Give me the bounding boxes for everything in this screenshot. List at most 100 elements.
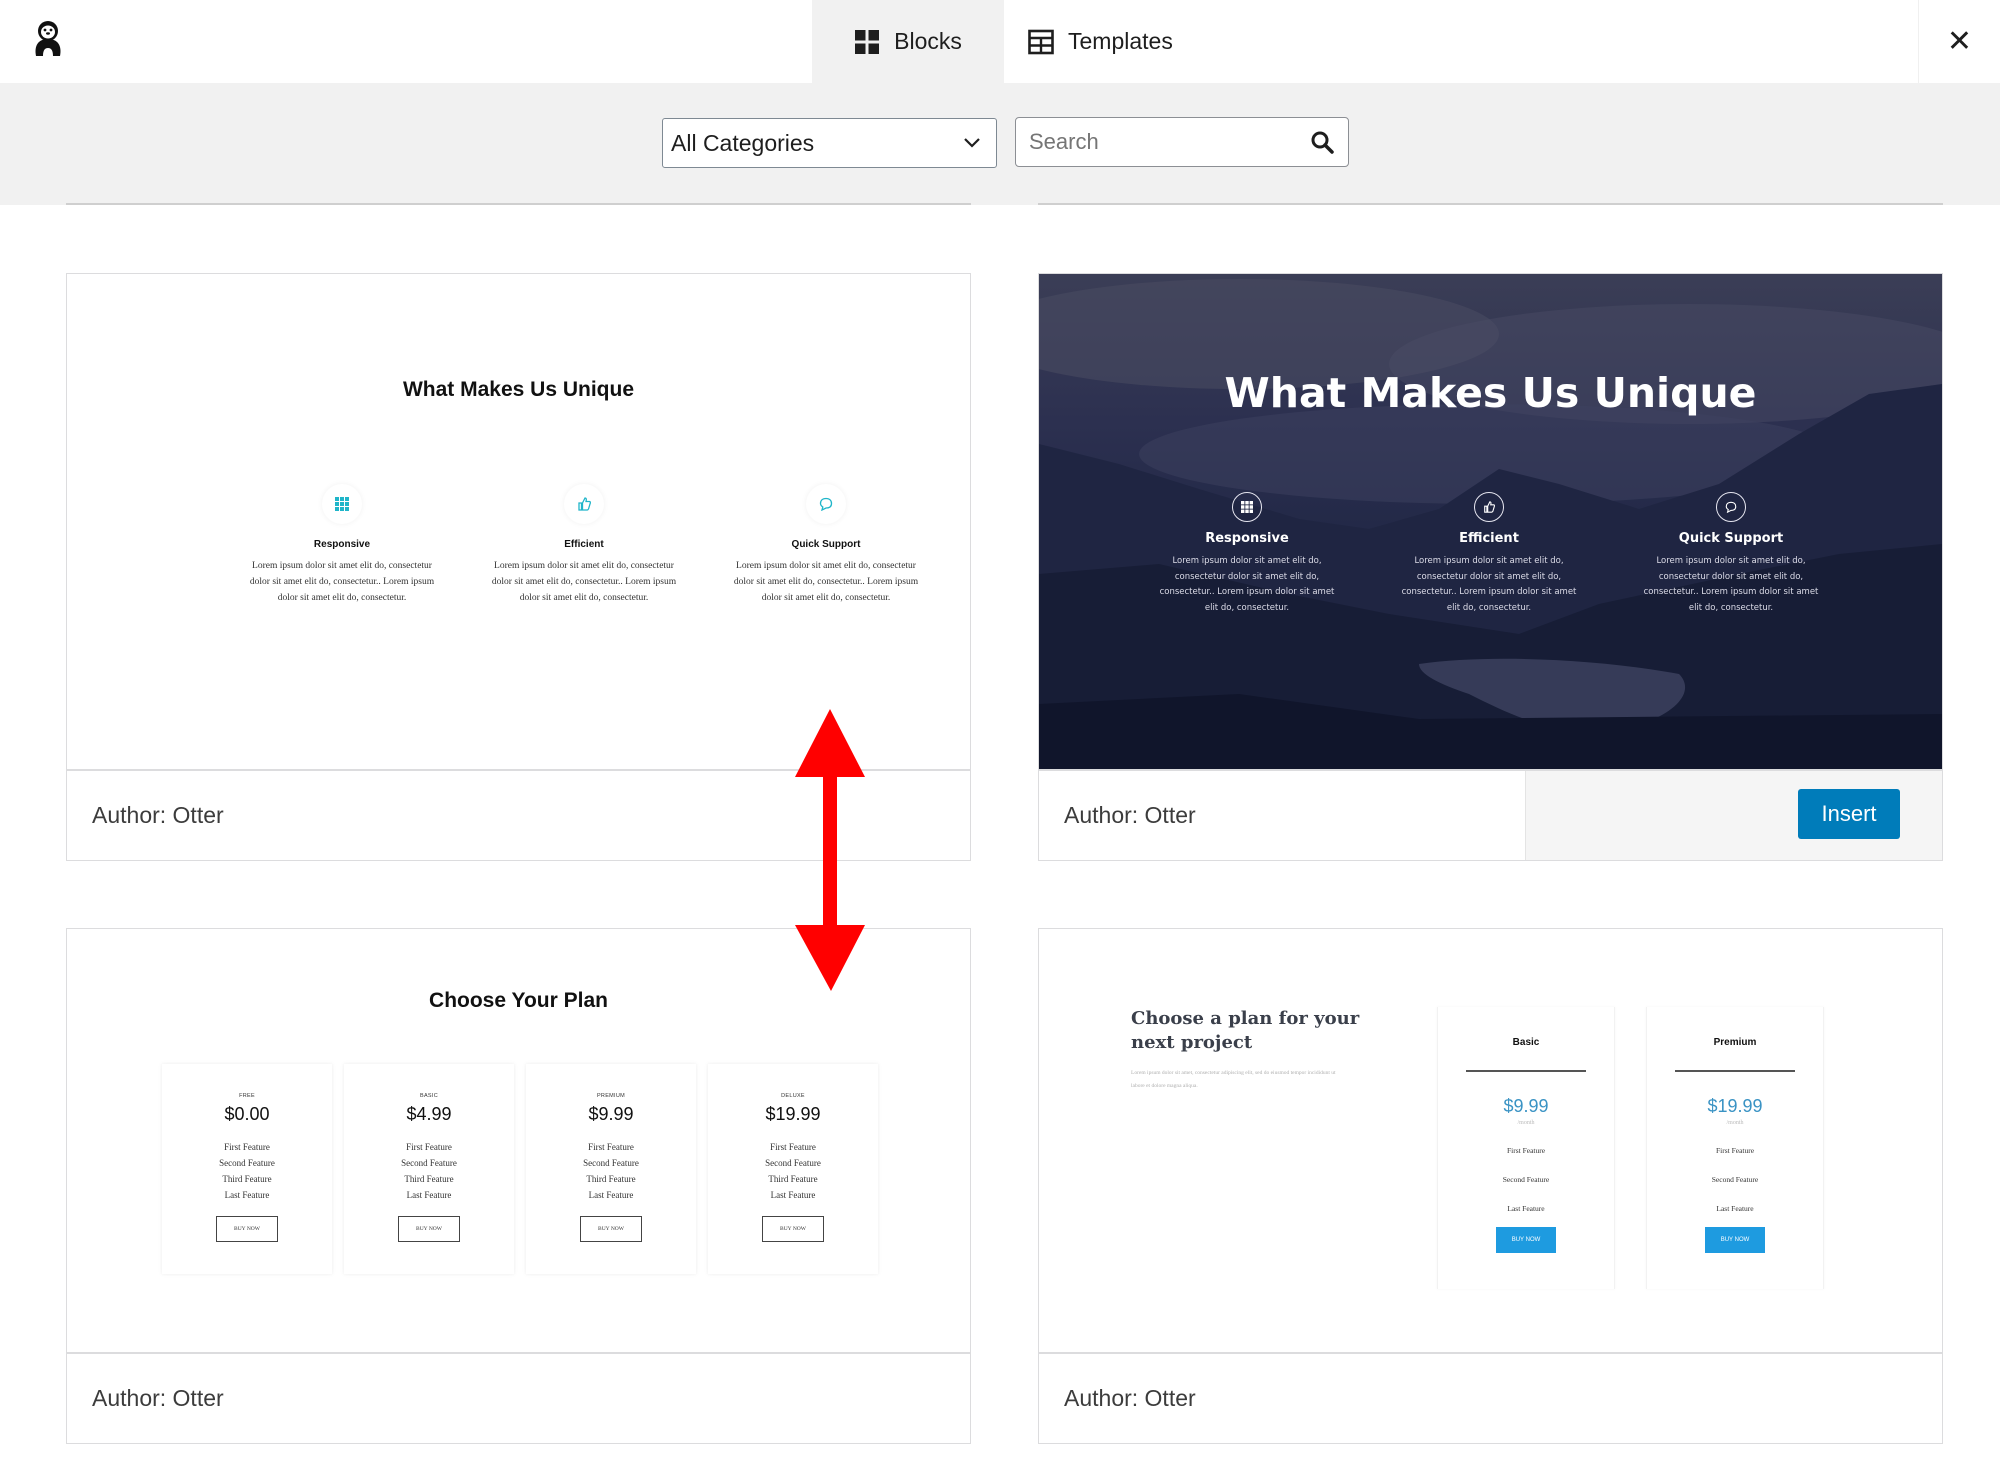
plan-feature: Last Feature	[1507, 1204, 1545, 1213]
blocks-grid-icon	[855, 29, 880, 54]
block-preview[interactable]: What Makes Us Unique Responsive Lorem ip…	[1039, 274, 1942, 769]
author-label: Author: Otter	[1064, 1385, 1196, 1411]
plan-feature: Second Feature	[1711, 1175, 1759, 1184]
modal-header: Blocks Templates ✕	[0, 0, 2000, 83]
plan-feature: Third Feature	[222, 1174, 272, 1184]
chevron-down-icon	[964, 138, 980, 148]
author-label: Author: Otter	[92, 802, 224, 828]
preview-heading: Choose a plan for your next project	[1131, 1008, 1360, 1053]
plan-feature: First Feature	[1715, 1146, 1755, 1155]
category-select-value: All Categories	[671, 129, 815, 156]
plan-name: Basic	[1512, 1037, 1540, 1048]
pricing-plan: PREMIUM $9.99 First Feature Second Featu…	[526, 1064, 696, 1274]
plan-period: /month	[1517, 1120, 1535, 1126]
plan-tier: BASIC	[419, 1093, 438, 1099]
otter-logo-icon	[35, 21, 61, 56]
feature-desc: Lorem ipsum dolor sit amet elit do, cons…	[1643, 556, 1819, 613]
feature-desc: Lorem ipsum dolor sit amet elit do, cons…	[733, 561, 919, 603]
buy-now-button: BUY NOW	[580, 1216, 642, 1242]
feature-icon-circle	[1232, 492, 1262, 522]
plan-feature: First Feature	[588, 1142, 634, 1152]
pricing-plan: BASIC $4.99 First Feature Second Feature…	[344, 1064, 514, 1274]
feature-desc: Lorem ipsum dolor sit amet elit do, cons…	[1401, 556, 1577, 613]
feature-name: Responsive	[313, 539, 371, 550]
feature-column: Responsive Lorem ipsum dolor sit amet el…	[247, 484, 437, 606]
feature-icon-circle	[1716, 492, 1746, 522]
plan-tier: DELUXE	[781, 1093, 805, 1099]
feature-icon-circle	[564, 484, 604, 524]
author-label: Author: Otter	[92, 1385, 224, 1411]
search-icon[interactable]	[1310, 130, 1334, 154]
plan-price: $19.99	[1707, 1096, 1763, 1116]
preview-description: Lorem ipsum dolor sit amet, consectetur …	[1131, 1070, 1336, 1089]
feature-desc: Lorem ipsum dolor sit amet elit do, cons…	[1159, 556, 1335, 613]
card-actions: Insert	[1525, 771, 1942, 860]
preview-title: What Makes Us Unique	[1224, 369, 1757, 417]
plan-features: First Feature Second Feature Third Featu…	[526, 1139, 696, 1203]
block-card[interactable]: Choose Your Plan FREE $0.00 First Featur…	[66, 928, 971, 1444]
plan-price: $19.99	[765, 1104, 821, 1124]
search-input[interactable]	[1016, 118, 1296, 166]
block-preview[interactable]: What Makes Us Unique Responsive Lorem ip…	[67, 274, 970, 769]
buy-now-button: BUY NOW	[762, 1216, 824, 1242]
divider	[66, 203, 971, 205]
tab-templates[interactable]: Templates	[1004, 0, 1918, 83]
plan-feature: Last Feature	[406, 1190, 452, 1200]
plan-feature: First Feature	[406, 1142, 452, 1152]
feature-name: Efficient	[1459, 531, 1519, 546]
plan-features: First Feature Second Feature Third Featu…	[708, 1139, 878, 1203]
divider	[1038, 203, 1943, 205]
plan-feature: Second Feature	[583, 1158, 639, 1168]
plan-feature: Third Feature	[586, 1174, 636, 1184]
feature-column: Responsive Lorem ipsum dolor sit amet el…	[1152, 492, 1342, 616]
plan-feature: Last Feature	[770, 1190, 816, 1200]
buy-now-button: BUY NOW	[1705, 1227, 1765, 1253]
plan-feature: Second Feature	[1502, 1175, 1550, 1184]
templates-table-icon	[1028, 29, 1054, 54]
card-footer: Author: Otter	[1039, 1352, 1942, 1443]
buy-now-button: BUY NOW	[1496, 1227, 1556, 1253]
pricing-plan: Premium $19.99 /month First Feature Seco…	[1646, 1007, 1824, 1289]
grid-icon	[1241, 501, 1253, 513]
feature-desc: Lorem ipsum dolor sit amet elit do, cons…	[249, 561, 435, 603]
feature-name: Quick Support	[791, 539, 861, 550]
plan-features: First Feature Second Feature Third Featu…	[162, 1139, 332, 1203]
search-field[interactable]	[1015, 117, 1349, 167]
tab-templates-label: Templates	[1068, 28, 1173, 54]
plan-feature: Last Feature	[588, 1190, 634, 1200]
feature-icon-circle	[322, 484, 362, 524]
double-arrow-annotation-icon	[795, 709, 865, 991]
thumbs-up-icon	[578, 497, 591, 511]
plan-tier: PREMIUM	[596, 1093, 626, 1099]
block-preview[interactable]: Choose a plan for your next project Lore…	[1039, 929, 1942, 1352]
filter-toolbar: All Categories	[0, 83, 2000, 205]
close-button[interactable]: ✕	[1918, 0, 2000, 83]
card-footer: Author: Otter	[67, 1352, 970, 1443]
plan-tier: FREE	[239, 1093, 255, 1099]
plan-feature: Last Feature	[1716, 1204, 1754, 1213]
plan-feature: Last Feature	[224, 1190, 270, 1200]
plan-price: $9.99	[1503, 1096, 1549, 1116]
plan-price: $4.99	[406, 1104, 452, 1124]
plan-name: Premium	[1713, 1037, 1757, 1048]
feature-name: Responsive	[1205, 531, 1289, 546]
preview-title: What Makes Us Unique	[402, 378, 635, 401]
feature-icon-circle	[806, 484, 846, 524]
insert-button[interactable]: Insert	[1798, 789, 1900, 839]
feature-column: Quick Support Lorem ipsum dolor sit amet…	[1636, 492, 1826, 616]
block-card[interactable]: What Makes Us Unique Responsive Lorem ip…	[1038, 273, 1943, 861]
block-card[interactable]: Choose a plan for your next project Lore…	[1038, 928, 1943, 1444]
pricing-plan: Basic $9.99 /month First Feature Second …	[1437, 1007, 1615, 1289]
tab-blocks[interactable]: Blocks	[812, 0, 1004, 83]
buy-now-button: BUY NOW	[398, 1216, 460, 1242]
chat-bubble-icon	[819, 497, 833, 511]
pricing-plan: DELUXE $19.99 First Feature Second Featu…	[708, 1064, 878, 1274]
plan-feature: Second Feature	[219, 1158, 275, 1168]
thumbs-up-icon	[1484, 501, 1495, 513]
author-label: Author: Otter	[1064, 802, 1196, 828]
plan-price: $0.00	[224, 1104, 270, 1124]
plan-feature: First Feature	[224, 1142, 270, 1152]
plan-feature: Second Feature	[401, 1158, 457, 1168]
feature-desc: Lorem ipsum dolor sit amet elit do, cons…	[491, 561, 677, 603]
category-select[interactable]: All Categories	[662, 118, 997, 168]
